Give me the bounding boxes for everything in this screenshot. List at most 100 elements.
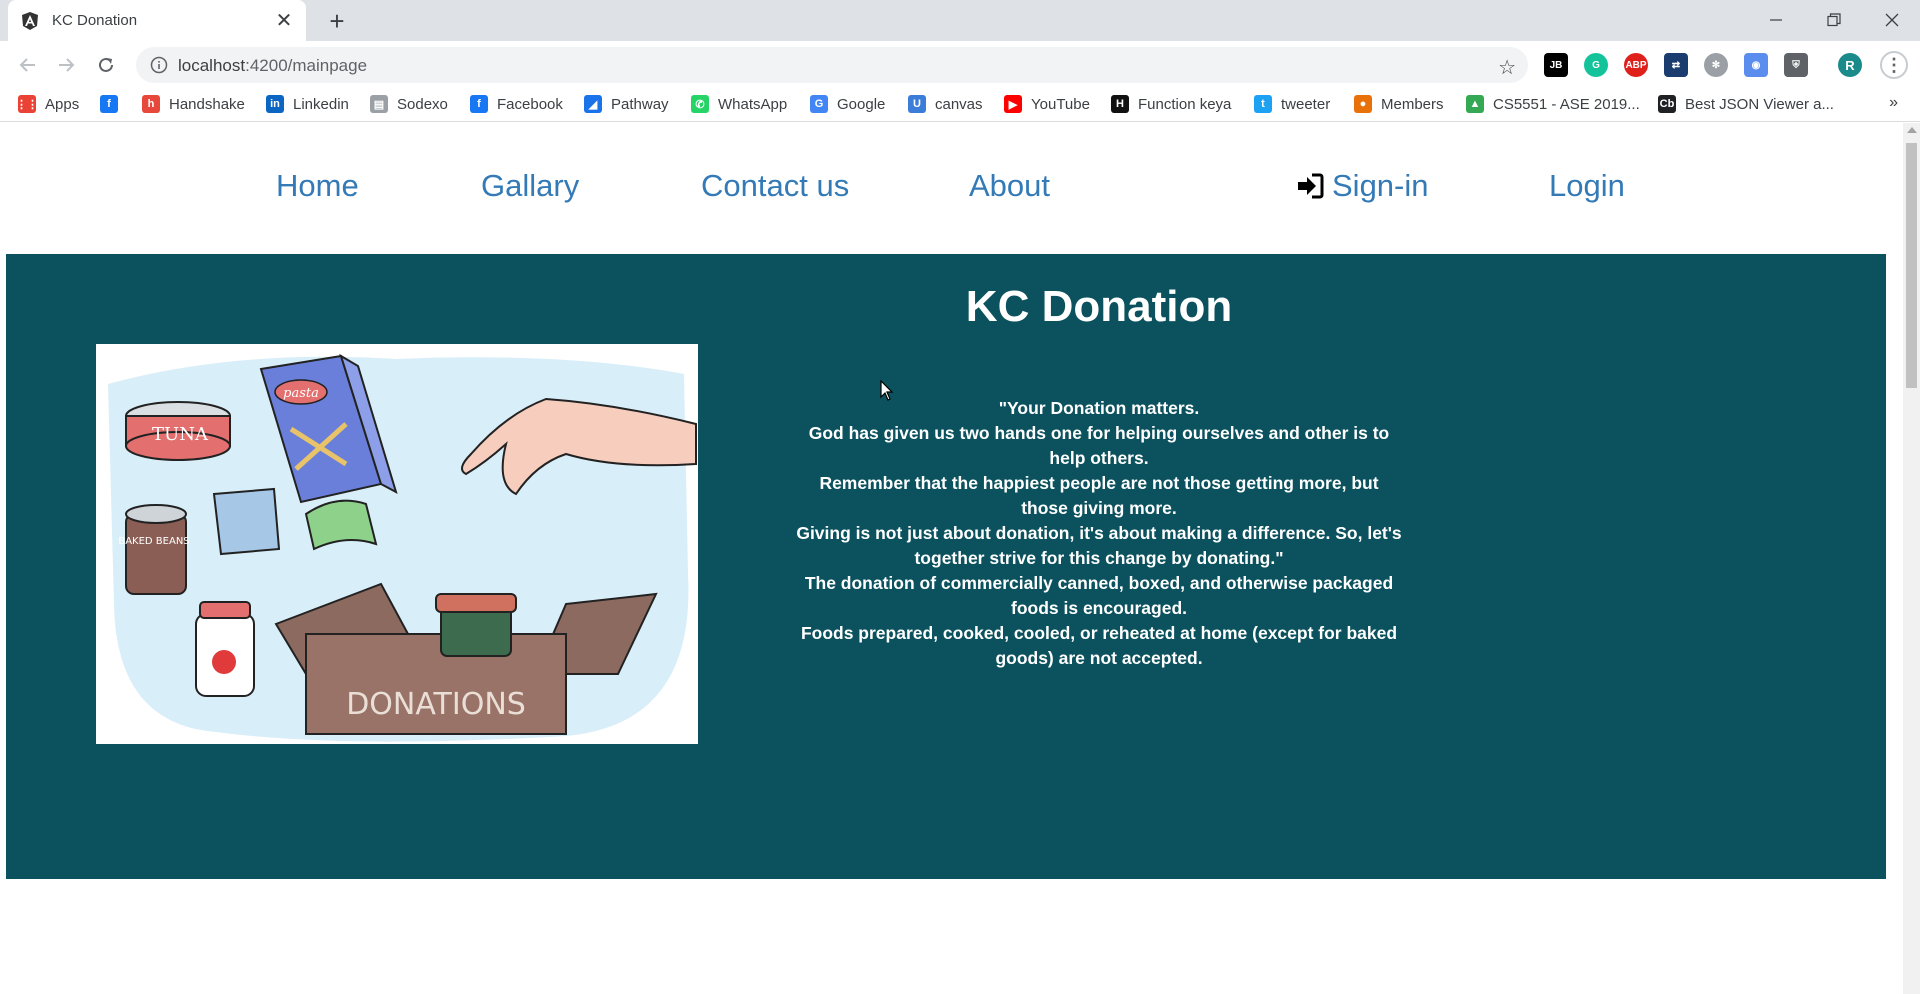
- nav-signin-link[interactable]: Sign-in: [1296, 168, 1429, 204]
- bookmark-label: Facebook: [497, 95, 563, 113]
- quote-line: Giving is not just about donation, it's …: [796, 523, 1402, 568]
- donation-box-illustration-icon: TUNA pasta BAKED BEANS DONATIONS: [108, 353, 697, 742]
- bookmark-item[interactable]: h Handshake: [142, 95, 245, 113]
- bookmark-item[interactable]: G Google: [810, 95, 885, 113]
- bookmark-label: Function keya: [1138, 95, 1232, 113]
- nav-contact-link[interactable]: Contact us: [701, 168, 849, 204]
- scrollbar-thumb[interactable]: [1906, 143, 1917, 388]
- jetbrains-extension-icon[interactable]: JB: [1544, 53, 1568, 77]
- bookmark-label: Sodexo: [397, 95, 448, 113]
- bookmark-item[interactable]: ▶ YouTube: [1004, 95, 1090, 113]
- bookmark-item[interactable]: ▲ CS5551 - ASE 2019...: [1466, 95, 1640, 113]
- bookmark-item[interactable]: t tweeter: [1254, 95, 1330, 113]
- mouse-cursor-icon: [880, 380, 894, 401]
- bookmark-label: tweeter: [1281, 95, 1331, 113]
- close-tab-icon[interactable]: ✕: [274, 8, 294, 33]
- back-button[interactable]: [14, 51, 42, 79]
- nav-home-link[interactable]: Home: [276, 168, 359, 204]
- apps-grid-icon: ⋮⋮: [16, 95, 38, 113]
- donation-illustration: TUNA pasta BAKED BEANS DONATIONS: [96, 344, 698, 744]
- forward-button[interactable]: [52, 51, 80, 79]
- bookmark-item[interactable]: ◢ Pathway: [584, 95, 669, 113]
- bookmark-star-icon[interactable]: ☆: [1498, 55, 1516, 80]
- bookmark-label: WhatsApp: [718, 95, 788, 113]
- adblock-plus-extension-icon[interactable]: ABP: [1624, 53, 1648, 77]
- donation-guidelines: The donation of commercially canned, box…: [794, 571, 1404, 671]
- quote-line: God has given us two hands one for helpi…: [808, 423, 1390, 468]
- hero-title: KC Donation: [965, 282, 1233, 331]
- bookmark-label: CS5551 - ASE 2019...: [1493, 95, 1640, 113]
- signin-label: Sign-in: [1332, 168, 1429, 203]
- beans-label: BAKED BEANS: [118, 536, 189, 547]
- swap-extension-icon[interactable]: ⇄: [1664, 53, 1688, 77]
- pathway-icon: ◢: [584, 95, 602, 113]
- url-text[interactable]: localhost:4200/mainpage: [178, 56, 367, 76]
- bookmark-item[interactable]: Ucanvas: [908, 95, 983, 113]
- bookmark-item[interactable]: in Linkedin: [266, 95, 349, 113]
- guideline-line: Foods prepared, cooked, cooled, or rehea…: [800, 623, 1398, 668]
- info-icon[interactable]: [150, 56, 168, 74]
- sign-in-icon: [1298, 173, 1324, 199]
- browser-toolbar: localhost:4200/mainpage ☆ JB G ABP ⇄ ✻ ◉…: [0, 41, 1920, 88]
- arrow-right-icon: [59, 58, 75, 72]
- tab-strip: KC Donation ✕ +: [0, 0, 1920, 41]
- minimize-window-button[interactable]: [1748, 4, 1804, 36]
- htg-icon: H: [1111, 95, 1129, 113]
- address-bar[interactable]: localhost:4200/mainpage ☆: [136, 47, 1528, 83]
- url-path: :4200/mainpage: [245, 56, 368, 75]
- guideline-line: The donation of commercially canned, box…: [804, 573, 1394, 618]
- bookmark-item[interactable]: f: [100, 95, 127, 113]
- bookmark-label: canvas: [935, 95, 983, 113]
- minimize-icon: [1770, 19, 1782, 21]
- scroll-up-icon[interactable]: [1907, 127, 1917, 133]
- close-window-button[interactable]: [1864, 4, 1920, 36]
- nav-login-link[interactable]: Login: [1549, 168, 1625, 204]
- restore-window-button[interactable]: [1806, 4, 1862, 36]
- umkc-icon: U: [908, 95, 926, 113]
- restore-icon: [1827, 13, 1841, 27]
- camera-extension-icon[interactable]: ◉: [1744, 53, 1768, 77]
- facebook-icon: f: [100, 95, 118, 113]
- profile-avatar[interactable]: R: [1838, 53, 1862, 77]
- page-viewport: Home Gallary Contact us About Sign-in Lo…: [0, 123, 1920, 994]
- arrow-left-icon: [19, 58, 35, 72]
- reload-icon: [99, 57, 113, 72]
- bookmark-item[interactable]: ● Members: [1354, 95, 1444, 113]
- browser-menu-button[interactable]: ⋮: [1880, 51, 1908, 79]
- bookmark-label: Handshake: [169, 95, 245, 113]
- youtube-icon: ▶: [1004, 95, 1022, 113]
- nav-about-link[interactable]: About: [969, 168, 1050, 204]
- bookmark-label: Members: [1381, 95, 1444, 113]
- angular-icon: [22, 11, 38, 30]
- reload-button[interactable]: [92, 51, 120, 79]
- bookmark-label: Linkedin: [293, 95, 349, 113]
- bookmark-label: Google: [837, 95, 886, 113]
- url-host: localhost: [178, 56, 246, 75]
- bookmark-item[interactable]: Cb Best JSON Viewer a...: [1658, 95, 1834, 113]
- bookmark-item[interactable]: H Function keya: [1111, 95, 1231, 113]
- donation-quote: "Your Donation matters. God has given us …: [794, 396, 1404, 571]
- shield-extension-icon[interactable]: ⛨: [1784, 53, 1808, 77]
- quote-line: Remember that the happiest people are no…: [819, 473, 1379, 518]
- browser-tab[interactable]: KC Donation ✕: [8, 0, 306, 41]
- bookmark-label: YouTube: [1031, 95, 1090, 113]
- bookmarks-bar: ⋮⋮ Apps f h Handshake in Linkedin ▤ Sodexo f Faceb…: [0, 88, 1920, 122]
- bookmark-item[interactable]: ✆ WhatsApp: [691, 95, 787, 113]
- grammarly-extension-icon[interactable]: G: [1584, 53, 1608, 77]
- bookmark-item[interactable]: ▤ Sodexo: [370, 95, 448, 113]
- hero-banner: TUNA pasta BAKED BEANS DONATIONS KC Dona…: [6, 254, 1886, 879]
- tuna-label: TUNA: [152, 424, 209, 445]
- nav-gallery-link[interactable]: Gallary: [481, 168, 579, 204]
- donations-box-label: DONATIONS: [346, 687, 526, 722]
- google-drive-icon: ▲: [1466, 95, 1484, 113]
- more-bookmarks-icon[interactable]: »: [1889, 94, 1898, 112]
- new-tab-button[interactable]: +: [322, 6, 352, 36]
- bookmark-item[interactable]: f Facebook: [470, 95, 563, 113]
- page-scrollbar[interactable]: [1903, 123, 1920, 994]
- twitter-icon: t: [1254, 95, 1272, 113]
- bookmark-item[interactable]: ⋮⋮ Apps: [16, 95, 79, 113]
- close-icon: [1885, 13, 1899, 27]
- snowflake-extension-icon[interactable]: ✻: [1704, 53, 1728, 77]
- members-icon: ●: [1354, 95, 1372, 113]
- linkedin-icon: in: [266, 95, 284, 113]
